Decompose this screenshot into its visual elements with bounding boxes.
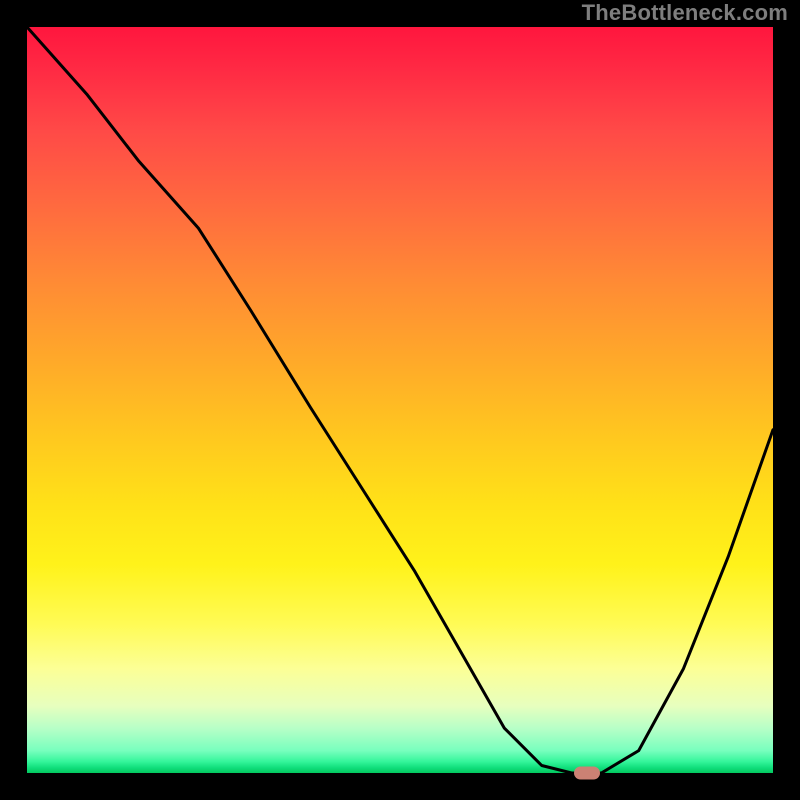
curve-path [27,27,773,773]
optimal-point-marker [574,767,600,780]
plot-area [27,27,773,773]
watermark-label: TheBottleneck.com [582,0,788,26]
chart-container: TheBottleneck.com [0,0,800,800]
bottleneck-curve [27,27,773,773]
